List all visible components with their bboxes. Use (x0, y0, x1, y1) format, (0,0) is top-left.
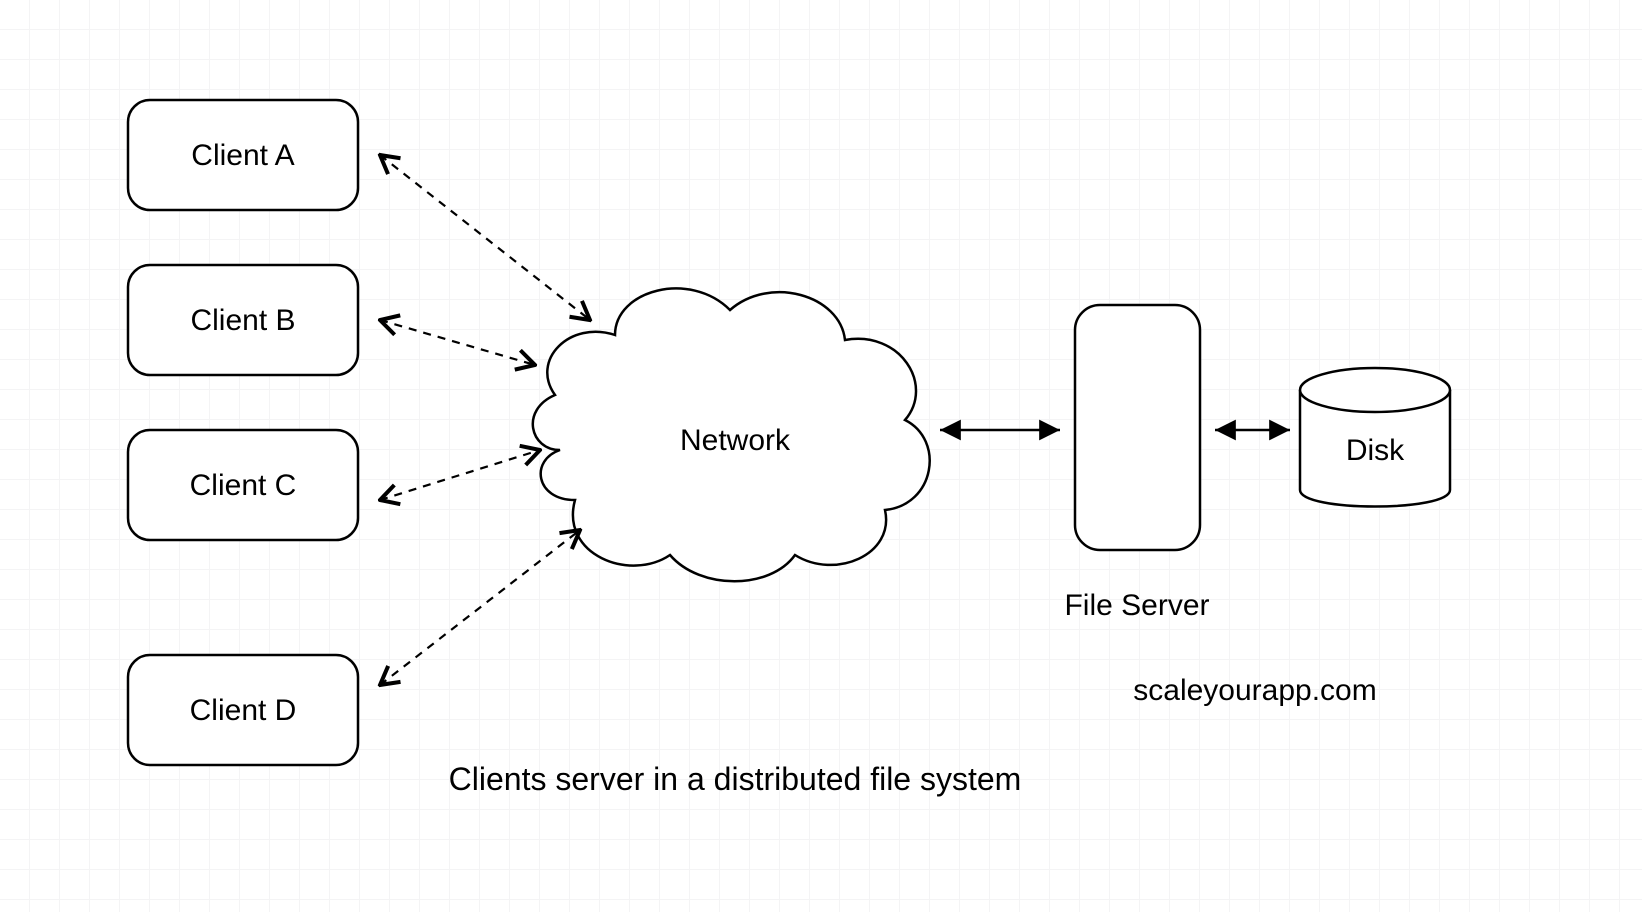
client-a-node: Client A (128, 100, 358, 210)
client-b-label: Client B (190, 304, 295, 337)
client-d-node: Client D (128, 655, 358, 765)
client-a-label: Client A (191, 139, 294, 172)
network-cloud: Network (533, 288, 930, 581)
client-d-label: Client D (190, 694, 297, 727)
client-c-node: Client C (128, 430, 358, 540)
client-c-label: Client C (190, 469, 297, 502)
edge-client-a-network (380, 155, 590, 320)
client-b-node: Client B (128, 265, 358, 375)
attribution-label: scaleyourapp.com (1133, 674, 1376, 707)
diagram-caption: Clients server in a distributed file sys… (449, 761, 1022, 797)
edge-client-d-network (380, 530, 580, 685)
disk-node: Disk (1300, 368, 1450, 507)
file-server-label: File Server (1064, 589, 1209, 622)
edge-client-b-network (380, 320, 535, 365)
network-label: Network (680, 424, 791, 457)
disk-label: Disk (1346, 434, 1405, 467)
edge-client-c-network (380, 450, 540, 500)
file-server-node: File Server (1064, 305, 1209, 622)
diagram-canvas: Client A Client B Client C Client D Netw… (0, 0, 1642, 912)
